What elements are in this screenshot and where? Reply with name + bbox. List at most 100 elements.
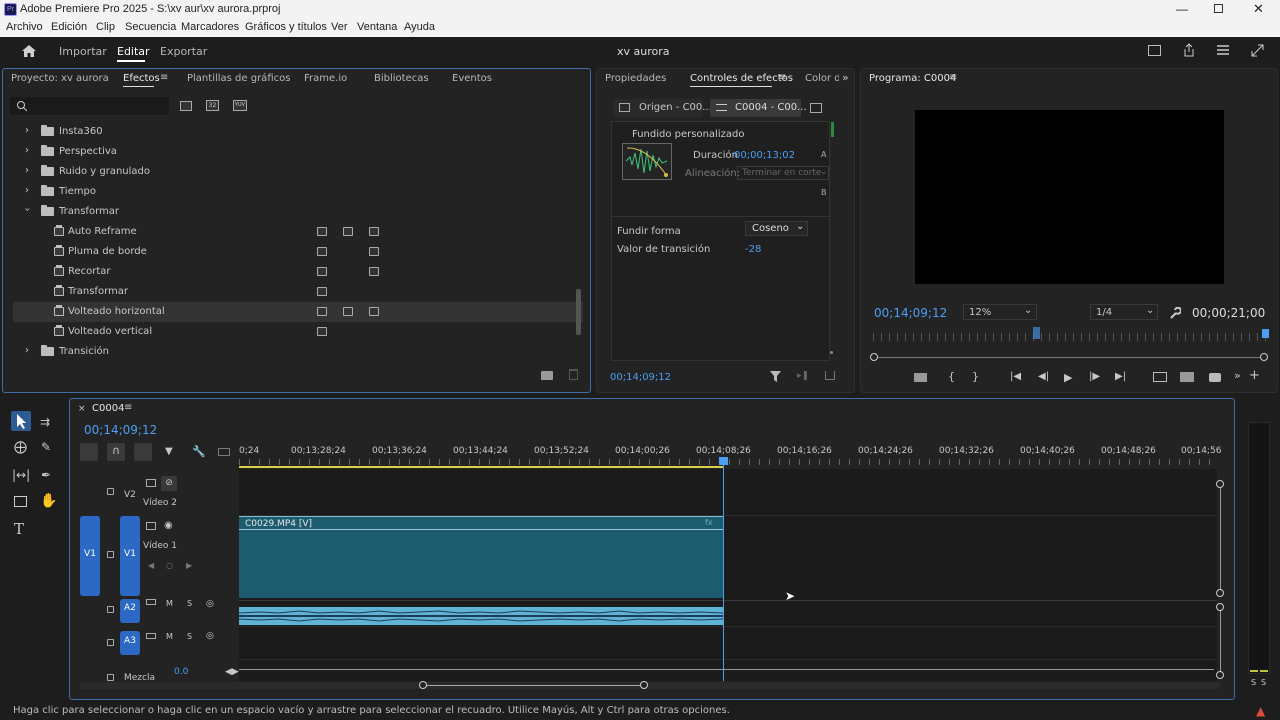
add-marker-icon[interactable]: ▼ xyxy=(165,446,173,457)
effect-item[interactable]: Volteado vertical xyxy=(13,322,583,342)
menu-marcadores[interactable]: Marcadores xyxy=(181,21,239,33)
menu-graficos[interactable]: Gráficos y títulos xyxy=(245,21,327,33)
mark-out-icon[interactable]: } xyxy=(972,370,979,383)
track-a2-solo[interactable]: S xyxy=(187,599,192,608)
track-a3-mic-icon[interactable]: ◎ xyxy=(206,631,214,641)
hand-tool-icon[interactable]: ✋ xyxy=(40,493,57,509)
track-a3-sync-icon[interactable] xyxy=(146,633,156,639)
effect-item[interactable]: Auto Reframe xyxy=(13,222,583,242)
tab-exportar[interactable]: Exportar xyxy=(160,45,207,58)
workspaces-icon[interactable] xyxy=(1216,44,1230,56)
menu-ventana[interactable]: Ventana xyxy=(357,21,397,33)
track-a2-mute[interactable]: M xyxy=(166,599,173,608)
warning-icon[interactable]: ▲ xyxy=(1256,704,1265,718)
chevron-right-icon[interactable]: › xyxy=(25,185,29,196)
timeline-view-toggle-icon[interactable] xyxy=(810,103,822,113)
chevron-right-icon[interactable]: › xyxy=(25,125,29,136)
audio-clip[interactable] xyxy=(239,607,723,625)
mark-in-icon[interactable]: { xyxy=(948,370,955,383)
accelerated-effects-icon[interactable] xyxy=(180,101,192,111)
track-a3-mute[interactable]: M xyxy=(166,632,173,641)
menu-ver[interactable]: Ver xyxy=(331,21,348,33)
track-v1-target[interactable]: V1 xyxy=(120,516,140,596)
nest-toggle-icon[interactable] xyxy=(80,443,98,461)
playhead-handle-icon[interactable] xyxy=(719,457,728,465)
shape-dropdown[interactable]: Coseno ⌄ xyxy=(745,221,808,236)
track-v2-sync-icon[interactable] xyxy=(146,479,156,487)
mix-pan-icon[interactable]: ◀▶ xyxy=(225,667,239,677)
tab-properties[interactable]: Propiedades xyxy=(605,73,666,84)
meter-solo-right[interactable]: S xyxy=(1261,678,1266,687)
work-area-bar[interactable] xyxy=(239,466,723,468)
menu-archivo[interactable]: Archivo xyxy=(6,21,43,33)
chevron-right-icon[interactable]: › xyxy=(25,165,29,176)
source-tab-sequence[interactable]: C0004 - C00... xyxy=(710,99,807,117)
insert-icon[interactable] xyxy=(1153,372,1167,382)
share-icon[interactable] xyxy=(1182,43,1196,57)
transition-value[interactable]: -28 xyxy=(745,244,761,255)
track-v1-eye-icon[interactable]: ◉ xyxy=(164,520,173,531)
more-controls-icon[interactable]: » xyxy=(1234,369,1241,382)
track-a2-mic-icon[interactable]: ◎ xyxy=(206,599,214,609)
mini-ruler[interactable] xyxy=(873,333,1267,341)
tab-importar[interactable]: Importar xyxy=(59,45,107,58)
go-to-out-icon[interactable]: ▶| xyxy=(1115,371,1126,382)
resize-handle-icon[interactable] xyxy=(830,351,833,354)
keyframe-prev-icon[interactable]: ◀ xyxy=(148,561,154,570)
timeline-hscroll[interactable] xyxy=(80,682,1220,689)
program-menu-icon[interactable]: ≡ xyxy=(949,72,957,83)
32bit-effects-icon[interactable]: 32 xyxy=(206,100,219,111)
track-v2-eye-hidden-icon[interactable]: ⊘ xyxy=(161,476,177,491)
timeline-hscroll-left-handle[interactable] xyxy=(419,681,427,689)
play-audio-icon[interactable]: ▸❚ xyxy=(797,371,809,381)
zoom-scrollbar[interactable] xyxy=(873,357,1267,358)
effect-controls-menu-icon[interactable]: ≡ xyxy=(778,72,786,83)
fullscreen-icon[interactable] xyxy=(1251,44,1264,57)
selection-tool-icon[interactable] xyxy=(11,411,31,431)
mix-value[interactable]: 0.0 xyxy=(174,667,188,677)
menu-ayuda[interactable]: Ayuda xyxy=(404,21,435,33)
track-select-tool-icon[interactable]: ⇉ xyxy=(40,415,50,429)
quick-export-icon[interactable] xyxy=(1148,45,1161,56)
audio-vscroll-top-handle[interactable] xyxy=(1216,603,1224,611)
tab-project[interactable]: Proyecto: xv aurora xyxy=(11,73,109,84)
export-icon[interactable] xyxy=(825,371,835,380)
camera-icon[interactable] xyxy=(1209,373,1221,382)
tab-frameio[interactable]: Frame.io xyxy=(304,73,347,84)
effects-menu-icon[interactable]: ≡ xyxy=(160,72,168,83)
sequence-menu-icon[interactable]: ≡ xyxy=(124,402,132,413)
track-a2-lock-icon[interactable] xyxy=(107,606,114,613)
video-vscroll-bottom-handle[interactable] xyxy=(1216,589,1224,597)
audio-vscroll-bottom-handle[interactable] xyxy=(1216,671,1224,679)
zoom-dropdown[interactable]: 12% ⌄ xyxy=(963,304,1037,320)
filter-icon[interactable] xyxy=(770,371,781,382)
wrench-icon[interactable] xyxy=(1169,307,1181,319)
step-back-icon[interactable]: ◀| xyxy=(1038,371,1049,382)
effect-item[interactable]: Recortar xyxy=(13,262,583,282)
track-v2-lock-icon[interactable] xyxy=(107,488,114,495)
track-v1-sync-icon[interactable] xyxy=(146,522,156,530)
audio-vscroll[interactable] xyxy=(1220,609,1221,675)
maximize-icon[interactable] xyxy=(1214,4,1223,13)
menu-edicion[interactable]: Edición xyxy=(51,21,87,33)
ripple-edit-tool-icon[interactable]: ⨁ xyxy=(14,440,27,455)
slip-tool-icon[interactable]: |↔| xyxy=(12,468,30,482)
track-a3-lock-icon[interactable] xyxy=(107,639,114,646)
source-v1-patch[interactable]: V1 xyxy=(80,516,100,596)
timeline-hscroll-thumb[interactable] xyxy=(423,685,645,686)
tab-editar[interactable]: Editar xyxy=(117,45,150,58)
keyframe-next-icon[interactable]: ▶ xyxy=(186,561,192,570)
close-sequence-icon[interactable]: × xyxy=(78,404,86,414)
program-playhead-icon[interactable] xyxy=(1033,327,1040,339)
duration-value[interactable]: 00;00;13;02 xyxy=(734,150,795,161)
video-clip[interactable]: C0029.MP4 [V] fx xyxy=(239,516,723,598)
track-a2-target[interactable]: A2 xyxy=(120,599,140,623)
snap-magnet-icon[interactable]: ∩ xyxy=(107,443,125,461)
chevron-down-icon[interactable]: › xyxy=(22,208,33,212)
track-area[interactable]: C0029.MP4 [V] fx ➤ xyxy=(239,457,1217,681)
razor-tool-icon[interactable]: ✎ xyxy=(41,440,51,454)
track-a3-solo[interactable]: S xyxy=(187,632,192,641)
playhead-line[interactable] xyxy=(723,465,724,681)
timeline-timecode[interactable]: 00;14;09;12 xyxy=(84,423,157,437)
menu-clip[interactable]: Clip xyxy=(96,21,115,33)
